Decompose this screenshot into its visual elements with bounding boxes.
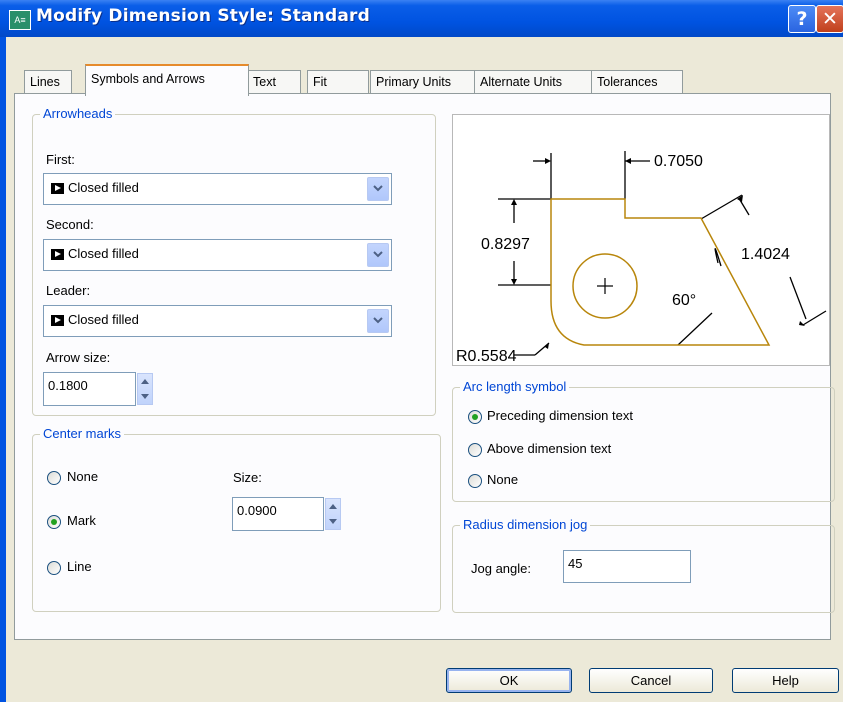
part-outline (550, 198, 771, 346)
dim-top-value: 0.7050 (654, 153, 703, 170)
center-line-label[interactable]: Line (67, 559, 92, 574)
arc-none-label[interactable]: None (487, 472, 518, 487)
dim-left-value: 0.8297 (481, 236, 530, 253)
arc-preceding-label[interactable]: Preceding dimension text (487, 408, 633, 423)
closed-filled-arrow-icon (51, 183, 64, 194)
first-arrow-value: Closed filled (68, 180, 139, 195)
preview-drawing: 0.7050 0.8297 1.4024 60° R0.5584 (456, 151, 827, 365)
tab-fit[interactable]: Fit (307, 70, 369, 93)
ok-button[interactable]: OK (446, 668, 572, 693)
radius-jog-legend: Radius dimension jog (460, 517, 591, 532)
spin-down-icon[interactable] (138, 389, 152, 404)
cancel-button[interactable]: Cancel (589, 668, 713, 693)
window-title: Modify Dimension Style: Standard (36, 6, 370, 26)
leader-arrow-value: Closed filled (68, 312, 139, 327)
jog-angle-label: Jog angle: (471, 561, 531, 576)
arc-above-radio[interactable] (468, 443, 482, 457)
first-arrow-label: First: (46, 152, 75, 167)
spin-up-icon[interactable] (138, 374, 152, 389)
center-line-radio[interactable] (47, 561, 61, 575)
leader-arrow-select[interactable]: Closed filled (43, 305, 392, 337)
center-none-radio[interactable] (47, 471, 61, 485)
second-arrow-value: Closed filled (68, 246, 139, 261)
leader-arrow-label: Leader: (46, 283, 91, 298)
center-marks-legend: Center marks (40, 426, 125, 441)
center-size-input[interactable]: 0.0900 (232, 497, 324, 531)
close-icon-button[interactable]: ✕ (816, 5, 843, 33)
help-button[interactable]: Help (732, 668, 839, 693)
arc-none-radio[interactable] (468, 474, 482, 488)
arc-above-label[interactable]: Above dimension text (487, 441, 611, 456)
jog-angle-input[interactable]: 45 (563, 550, 691, 583)
center-mark-label[interactable]: Mark (67, 513, 96, 528)
tab-lines[interactable]: Lines (24, 70, 72, 93)
arc-preceding-radio[interactable] (468, 410, 482, 424)
dim-right-value: 1.4024 (741, 246, 790, 263)
closed-filled-arrow-icon (51, 249, 64, 260)
arrow-size-input[interactable]: 0.1800 (43, 372, 136, 406)
arrow-size-stepper[interactable] (137, 373, 153, 405)
center-size-label: Size: (233, 470, 262, 485)
tab-symbols-and-arrows[interactable]: Symbols and Arrows (85, 64, 249, 96)
center-size-stepper[interactable] (325, 498, 341, 530)
center-none-label[interactable]: None (67, 469, 98, 484)
first-arrow-select[interactable]: Closed filled (43, 173, 392, 205)
arrowheads-legend: Arrowheads (40, 106, 116, 121)
chevron-down-icon[interactable] (367, 177, 389, 201)
chevron-down-icon[interactable] (367, 243, 389, 267)
arrow-size-label: Arrow size: (46, 350, 111, 365)
tab-text[interactable]: Text (247, 70, 301, 93)
arc-length-legend: Arc length symbol (460, 379, 570, 394)
tab-primary-units[interactable]: Primary Units (370, 70, 479, 93)
window-frame-left (0, 37, 6, 702)
app-icon: A≡ (9, 10, 31, 30)
spin-up-icon[interactable] (326, 499, 340, 514)
tab-tolerances[interactable]: Tolerances (591, 70, 683, 93)
second-arrow-label: Second: (46, 217, 94, 232)
tab-alternate-units[interactable]: Alternate Units (474, 70, 593, 93)
second-arrow-select[interactable]: Closed filled (43, 239, 392, 271)
dim-radius-value: R0.5584 (456, 348, 517, 365)
spin-down-icon[interactable] (326, 514, 340, 529)
dimension-preview: 0.7050 0.8297 1.4024 60° R0.5584 (452, 114, 830, 366)
dim-angle-value: 60° (672, 292, 696, 309)
chevron-down-icon[interactable] (367, 309, 389, 333)
center-mark-radio[interactable] (47, 515, 61, 529)
closed-filled-arrow-icon (51, 315, 64, 326)
help-icon-button[interactable]: ? (788, 5, 816, 33)
